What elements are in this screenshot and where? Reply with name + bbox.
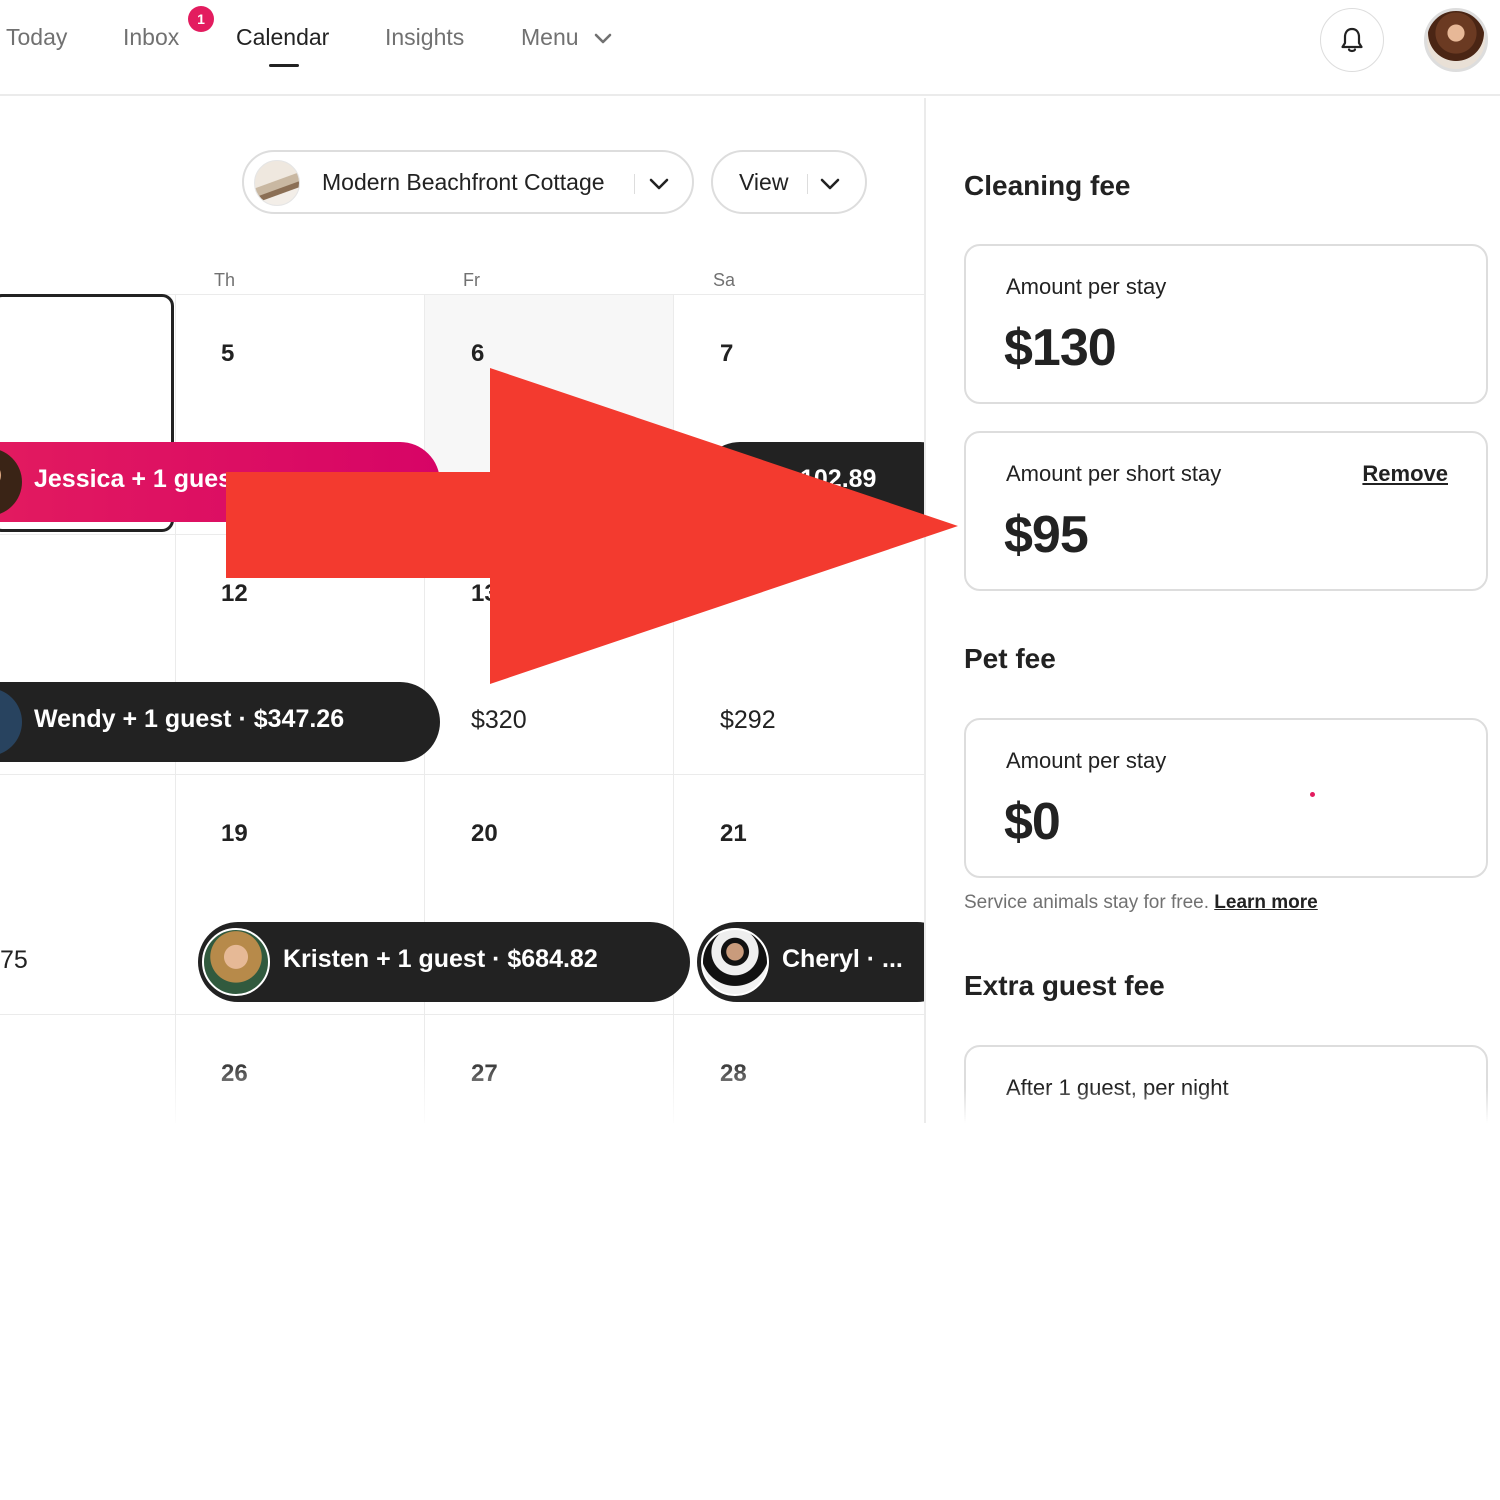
reservation-label: Cheryl · ... — [782, 945, 903, 973]
fee-label: Amount per stay — [1006, 748, 1167, 773]
calendar-day[interactable]: 7 — [720, 340, 733, 368]
cursor-dot — [1310, 792, 1315, 797]
calendar-day[interactable]: 5 — [221, 340, 234, 368]
nightly-price: 75 — [0, 946, 28, 974]
guest-avatar — [701, 928, 769, 996]
nav-tab-insights[interactable]: Insights — [385, 24, 464, 51]
bell-icon — [1341, 27, 1363, 53]
grid-line — [0, 774, 924, 775]
notifications-button[interactable] — [1320, 8, 1384, 72]
divider — [634, 174, 635, 194]
short-stay-cleaning-fee-card[interactable]: Amount per short stay Remove $95 — [964, 431, 1488, 591]
cleaning-fee-value[interactable]: $130 — [1004, 318, 1117, 378]
learn-more-link[interactable]: Learn more — [1214, 892, 1317, 913]
cleaning-fee-title: Cleaning fee — [964, 170, 1131, 201]
chevron-down-icon[interactable] — [819, 174, 841, 194]
reservation-bar[interactable]: Cheryl · ... — [697, 922, 924, 1002]
guest-avatar — [0, 688, 22, 756]
calendar-day[interactable]: 20 — [471, 820, 498, 848]
active-tab-indicator — [269, 64, 299, 67]
view-selector[interactable]: View — [711, 150, 867, 214]
extra-guest-fee-title: Extra guest fee — [964, 970, 1165, 1001]
pricing-settings-panel: Cleaning fee Amount per stay $130 Amount… — [926, 98, 1500, 1123]
scroll-fade — [926, 1088, 1500, 1123]
calendar-day[interactable]: 21 — [720, 820, 747, 848]
reservation-label: Kristen + 1 guest · $684.82 — [283, 945, 598, 973]
top-navigation: Today Inbox 1 Calendar Insights Menu — [0, 0, 1500, 96]
listing-name: Modern Beachfront Cottage — [322, 169, 605, 195]
chevron-down-icon[interactable] — [648, 174, 670, 194]
listing-thumbnail — [254, 160, 300, 206]
nav-tab-calendar[interactable]: Calendar — [236, 24, 329, 51]
scroll-fade — [0, 1056, 924, 1123]
reservation-label: Wendy + 1 guest · $347.26 — [34, 705, 345, 733]
grid-line — [0, 1014, 924, 1015]
nightly-price: $320 — [471, 706, 527, 734]
pet-fee-title: Pet fee — [964, 643, 1056, 674]
pet-fee-helper: Service animals stay for free. Learn mor… — [964, 892, 1318, 914]
weekday-label: Th — [214, 270, 236, 290]
weekday-label: Sa — [713, 270, 736, 290]
helper-text: Service animals stay for free. — [964, 892, 1209, 913]
nav-tab-inbox[interactable]: Inbox — [123, 24, 179, 51]
nav-tab-today[interactable]: Today — [6, 24, 67, 51]
calendar-day[interactable]: 6 — [471, 340, 484, 368]
guest-avatar — [0, 448, 22, 516]
short-stay-fee-value[interactable]: $95 — [1004, 505, 1089, 565]
weekday-label: Fr — [463, 270, 480, 290]
calendar-day[interactable]: 19 — [221, 820, 248, 848]
view-label: View — [739, 169, 789, 195]
nav-tab-menu[interactable]: Menu — [521, 24, 579, 51]
fee-label: Amount per stay — [1006, 274, 1167, 299]
remove-link[interactable]: Remove — [1362, 461, 1448, 487]
chevron-down-icon[interactable] — [594, 32, 612, 46]
fee-label: Amount per short stay — [1006, 461, 1222, 486]
pet-fee-value[interactable]: $0 — [1004, 792, 1061, 852]
reservation-bar[interactable]: Wendy + 1 guest · $347.26 — [0, 682, 440, 762]
pet-fee-card[interactable]: Amount per stay $0 — [964, 718, 1488, 878]
red-arrow-annotation — [226, 368, 958, 684]
avatar[interactable] — [1424, 8, 1488, 72]
reservation-label: Jessica + 1 gues — [34, 465, 233, 493]
nightly-price: $292 — [720, 706, 776, 734]
guest-avatar — [202, 928, 270, 996]
inbox-badge: 1 — [188, 6, 214, 32]
divider — [807, 174, 808, 194]
reservation-bar[interactable]: Kristen + 1 guest · $684.82 — [198, 922, 690, 1002]
cleaning-fee-card[interactable]: Amount per stay $130 — [964, 244, 1488, 404]
listing-selector[interactable]: Modern Beachfront Cottage — [242, 150, 694, 214]
